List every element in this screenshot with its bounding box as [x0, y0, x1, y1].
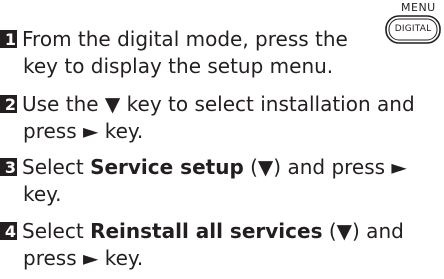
step-1: 1 From the digital mode, press the key to…: [0, 26, 348, 80]
step-2-line-1: Use the ▼ key to select installation and: [22, 92, 415, 116]
step-3-line-1c: (▼) and press ►: [243, 155, 407, 179]
step-1-line-1: From the digital mode, press the: [22, 27, 348, 51]
step-3: 3 Select Service setup (▼) and press ► ke…: [0, 154, 407, 208]
step-2: 2 Use the ▼ key to select installation an…: [0, 91, 415, 145]
digital-key-text: DIGITAL: [394, 24, 432, 34]
menu-key-label: MENU: [401, 1, 436, 14]
step-4-bold: Reinstall all services: [90, 219, 323, 243]
step-3-line-2: key.: [23, 182, 62, 206]
step-4-line-2: press ► key.: [23, 246, 144, 270]
step-number-4: 4: [0, 222, 17, 241]
step-2-line-2: press ► key.: [23, 119, 144, 143]
step-3-bold: Service setup: [90, 155, 244, 179]
step-number-3: 3: [0, 158, 17, 177]
step-4-line-1a: Select: [22, 219, 91, 243]
step-number-1: 1: [0, 30, 17, 49]
step-3-line-1a: Select: [22, 155, 91, 179]
step-number-2: 2: [0, 95, 17, 114]
step-4-line-1c: (▼) and: [322, 219, 404, 243]
step-1-line-2: key to display the setup menu.: [23, 54, 334, 78]
step-4: 4 Select Reinstall all services (▼) and p…: [0, 218, 404, 272]
